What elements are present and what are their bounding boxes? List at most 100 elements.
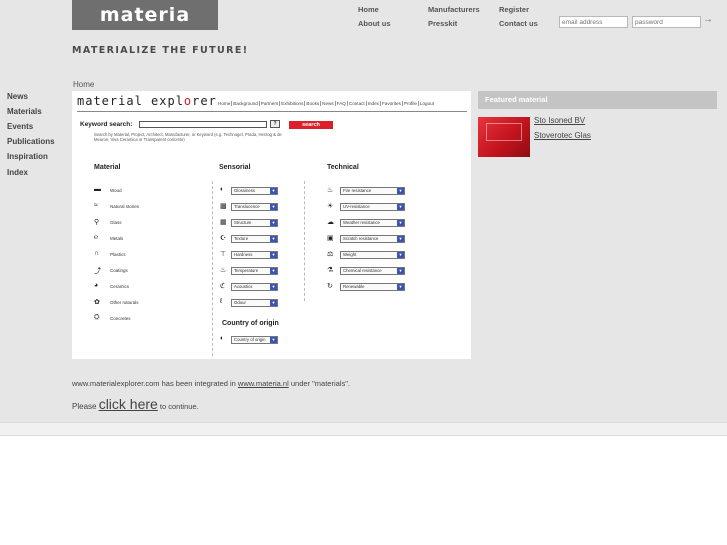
chevron-down-icon: ▼ xyxy=(397,268,404,274)
sensorial-select[interactable]: Texture ▼ xyxy=(231,235,278,243)
nav-home[interactable]: Home xyxy=(358,5,379,14)
chevron-down-icon: ▼ xyxy=(270,300,277,306)
technical-select[interactable]: Renewable ▼ xyxy=(340,283,405,291)
featured-link[interactable]: Stoverotec Glas xyxy=(534,131,591,140)
click-here-link[interactable]: click here xyxy=(99,396,158,412)
explorer-menu-item[interactable]: Profile xyxy=(401,101,418,106)
sensorial-select[interactable]: Translucence ▼ xyxy=(231,203,278,211)
material-heading: Material xyxy=(94,164,121,171)
chevron-down-icon: ▼ xyxy=(397,188,404,194)
sensorial-select[interactable]: Odour ▼ xyxy=(231,299,278,307)
fire-icon: ♨ xyxy=(327,187,334,194)
metal-icon: ℮ xyxy=(94,234,99,241)
temperature-icon: ♨ xyxy=(220,267,227,274)
chemical-icon: ⚗ xyxy=(327,267,334,274)
help-button[interactable]: ? xyxy=(270,120,280,128)
technical-select[interactable]: Fire resistance ▼ xyxy=(340,187,405,195)
weather-icon: ☁ xyxy=(327,219,334,226)
chevron-down-icon: ▼ xyxy=(397,252,404,258)
select-value: Structure xyxy=(234,220,252,225)
sun-icon: ☀ xyxy=(327,203,334,210)
explorer-menu-item[interactable]: FAQ xyxy=(334,101,347,106)
featured-link[interactable]: Sto Isoned BV xyxy=(534,116,585,125)
material-item[interactable]: Concretes xyxy=(110,316,131,321)
featured-image[interactable] xyxy=(478,117,530,157)
chevron-down-icon: ▼ xyxy=(397,204,404,210)
odour-icon: ℓ xyxy=(220,298,223,305)
nav-manufacturers[interactable]: Manufacturers xyxy=(428,5,480,14)
origin-select[interactable]: Country of origin ▼ xyxy=(231,336,278,344)
materia-link[interactable]: www.materia.nl xyxy=(238,379,289,388)
explorer-menu-item[interactable]: Books xyxy=(304,101,321,106)
keyword-label: Keyword search: xyxy=(80,121,133,128)
sensorial-select[interactable]: Structure ▼ xyxy=(231,219,278,227)
material-item[interactable]: Ceramics xyxy=(110,284,129,289)
glass-icon: ⚲ xyxy=(94,219,100,226)
gloss-icon: ◐ xyxy=(220,186,225,193)
sidebar-item-materials[interactable]: Materials xyxy=(7,107,42,116)
technical-heading: Technical xyxy=(327,164,359,171)
sidebar-item-publications[interactable]: Publications xyxy=(7,137,55,146)
password-field[interactable] xyxy=(632,16,701,28)
material-item[interactable]: Other naturals xyxy=(110,300,139,305)
explorer-menu-item[interactable]: Exhibitions xyxy=(279,101,305,106)
sensorial-select[interactable]: Temperature ▼ xyxy=(231,267,278,275)
material-item[interactable]: Glass xyxy=(110,220,122,225)
material-item[interactable]: Natural stones xyxy=(110,204,139,209)
material-item[interactable]: Coatings xyxy=(110,268,128,273)
renewable-icon: ↻ xyxy=(327,283,333,290)
material-explorer-preview[interactable]: material explorer Home Background Partners… xyxy=(72,91,471,359)
select-value: Glossiness xyxy=(234,188,256,193)
search-button[interactable]: search xyxy=(289,121,333,129)
natural-icon: ✿ xyxy=(94,299,100,306)
sidebar-item-events[interactable]: Events xyxy=(7,122,33,131)
explorer-menu-item[interactable]: Home xyxy=(217,101,231,106)
arrow-right-icon[interactable]: → xyxy=(703,14,713,25)
chevron-down-icon: ▼ xyxy=(270,188,277,194)
material-item[interactable]: Wood xyxy=(110,188,122,193)
technical-select[interactable]: Scratch resistance ▼ xyxy=(340,235,405,243)
keyword-input[interactable] xyxy=(139,121,267,128)
weight-icon: ⚖ xyxy=(327,251,334,258)
column-divider xyxy=(304,181,305,301)
technical-select[interactable]: Weather resistance ▼ xyxy=(340,219,405,227)
wood-icon: ▬ xyxy=(94,186,101,193)
explorer-menu-item[interactable]: Favorites xyxy=(379,101,402,106)
sidebar-item-inspiration[interactable]: Inspiration xyxy=(7,152,48,161)
email-field[interactable] xyxy=(559,16,628,28)
chevron-down-icon: ▼ xyxy=(270,284,277,290)
sensorial-select[interactable]: Glossiness ▼ xyxy=(231,187,278,195)
divider xyxy=(77,111,467,112)
sensorial-select[interactable]: Hardness ▼ xyxy=(231,251,278,259)
nav-presskit[interactable]: Presskit xyxy=(428,19,457,28)
explorer-menu-item[interactable]: Logout xyxy=(417,101,435,106)
technical-select[interactable]: Chemical resistance ▼ xyxy=(340,267,405,275)
nav-about[interactable]: About us xyxy=(358,19,391,28)
explorer-menu-item[interactable]: News xyxy=(320,101,335,106)
concrete-icon: ⛭ xyxy=(94,314,100,321)
materia-logo[interactable]: materia xyxy=(72,0,218,30)
explorer-menu-item[interactable]: Index xyxy=(365,101,380,106)
logo-o: o xyxy=(183,94,193,108)
explorer-menu-item[interactable]: Background xyxy=(231,101,259,106)
select-value: Texture xyxy=(234,236,249,241)
nav-register[interactable]: Register xyxy=(499,5,529,14)
origin-heading: Country of origin xyxy=(222,320,279,327)
material-item[interactable]: Metals xyxy=(110,236,123,241)
chevron-down-icon: ▼ xyxy=(397,284,404,290)
material-item[interactable]: Plastics xyxy=(110,252,126,257)
coating-icon: ⤴ xyxy=(94,268,101,275)
select-value: Translucence xyxy=(234,204,260,209)
sidebar-item-index[interactable]: Index xyxy=(7,168,28,177)
sensorial-select[interactable]: Acoustics ▼ xyxy=(231,283,278,291)
explorer-menu-item[interactable]: Contact xyxy=(346,101,366,106)
technical-select[interactable]: UV-resistance ▼ xyxy=(340,203,405,211)
explorer-menu-item[interactable]: Partners xyxy=(258,101,280,106)
tagline: MATERIALIZE THE FUTURE! xyxy=(72,45,249,56)
stone-icon: ≈ xyxy=(94,202,98,209)
sidebar-item-news[interactable]: News xyxy=(7,92,28,101)
technical-select[interactable]: Weight ▼ xyxy=(340,251,405,259)
nav-contact[interactable]: Contact us xyxy=(499,19,538,28)
sensorial-heading: Sensorial xyxy=(219,164,251,171)
ceramic-icon: ◕ xyxy=(94,282,99,289)
